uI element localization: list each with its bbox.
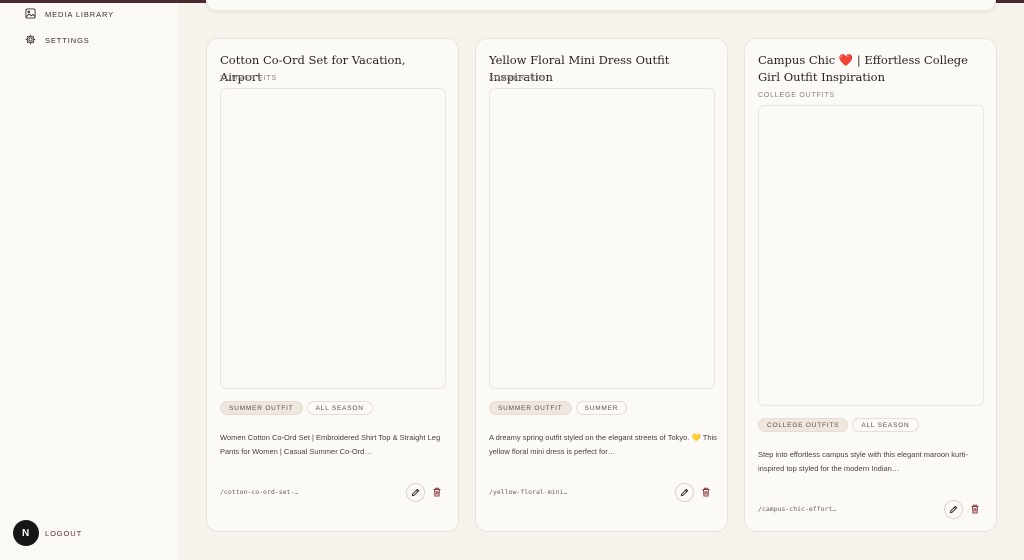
card-tags: SUMMER OUTFIT SUMMER xyxy=(489,401,628,415)
sidebar-item-label: SETTINGS xyxy=(45,35,90,45)
edit-button[interactable] xyxy=(944,500,963,519)
sidebar-item-settings[interactable]: SETTINGS xyxy=(25,31,90,49)
pencil-icon xyxy=(949,501,958,519)
edit-button[interactable] xyxy=(406,483,425,502)
card-actions xyxy=(675,483,712,502)
logout-label: LOGOUT xyxy=(45,528,83,538)
card-actions xyxy=(944,500,981,519)
card-tags: COLLEGE OUTFITS ALL SEASON xyxy=(758,418,919,432)
post-card[interactable]: Yellow Floral Mini Dress Outfit Inspirat… xyxy=(475,38,728,532)
image-icon xyxy=(25,7,36,21)
trash-icon xyxy=(432,484,442,502)
card-category: SUMMER FITS xyxy=(220,75,278,82)
sidebar-item-label: MEDIA LIBRARY xyxy=(45,9,115,19)
card-image-placeholder xyxy=(220,88,446,389)
trash-icon xyxy=(970,501,980,519)
tag: ALL SEASON xyxy=(306,401,373,415)
card-title: Campus Chic ❤️ | Effortless College Girl… xyxy=(758,53,968,84)
card-image-placeholder xyxy=(489,88,715,389)
card-category: COLLEGE OUTFITS xyxy=(758,92,835,99)
pencil-icon xyxy=(411,484,420,502)
card-tags: SUMMER OUTFIT ALL SEASON xyxy=(220,401,373,415)
card-category: SUMMER FITS xyxy=(489,75,547,82)
post-card[interactable]: Cotton Co-Ord Set for Vacation, Airport … xyxy=(206,38,459,532)
main-content: Cotton Co-Ord Set for Vacation, Airport … xyxy=(178,0,1024,560)
avatar: N xyxy=(13,520,39,546)
tag: SUMMER xyxy=(575,401,628,415)
delete-button[interactable] xyxy=(969,504,981,516)
tag: COLLEGE OUTFITS xyxy=(758,418,849,432)
top-panel xyxy=(206,0,996,11)
delete-button[interactable] xyxy=(700,487,712,499)
card-image-placeholder xyxy=(758,105,984,406)
pencil-icon xyxy=(680,484,689,502)
trash-icon xyxy=(701,484,711,502)
gear-icon xyxy=(25,34,36,47)
card-description: Step into effortless campus style with t… xyxy=(758,450,968,473)
card-description: A dreamy spring outfit styled on the ele… xyxy=(489,433,717,456)
card-slug: /cotton-co-ord-set-… xyxy=(220,488,299,496)
post-card[interactable]: Campus Chic ❤️ | Effortless College Girl… xyxy=(744,38,997,532)
tag: SUMMER OUTFIT xyxy=(220,401,303,415)
card-actions xyxy=(406,483,443,502)
logout-button[interactable]: N LOGOUT xyxy=(13,520,82,546)
tag: ALL SEASON xyxy=(852,418,919,432)
sidebar-item-media-library[interactable]: MEDIA LIBRARY xyxy=(25,5,114,23)
card-slug: /yellow-floral-mini… xyxy=(489,488,568,496)
card-description: Women Cotton Co-Ord Set | Embroidered Sh… xyxy=(220,433,441,456)
card-slug: /campus-chic-effort… xyxy=(758,505,837,513)
delete-button[interactable] xyxy=(431,487,443,499)
edit-button[interactable] xyxy=(675,483,694,502)
sidebar: MEDIA LIBRARY SETTINGS N LOGOUT xyxy=(0,3,178,560)
tag: SUMMER OUTFIT xyxy=(489,401,572,415)
